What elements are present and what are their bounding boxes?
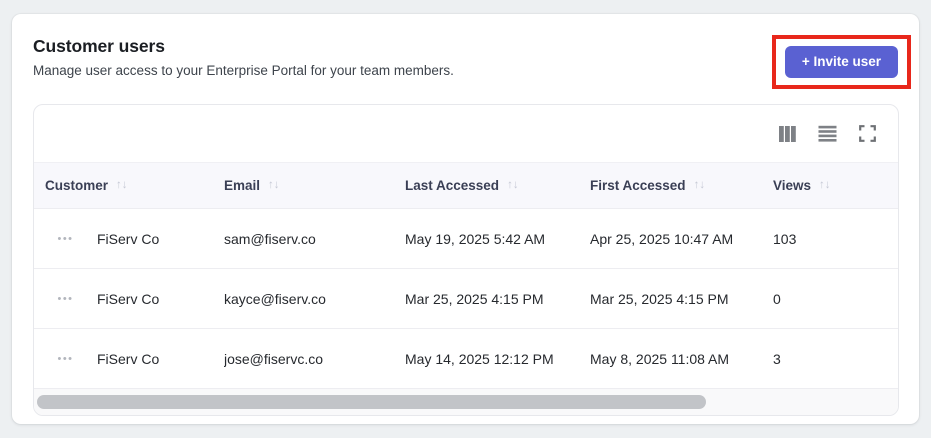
cell-customer: FiServ Co [97, 290, 160, 307]
fullscreen-icon[interactable] [858, 124, 877, 143]
row-menu-icon[interactable]: ••• [55, 289, 75, 309]
column-header[interactable]: First Accessed ↑↓ [590, 178, 773, 193]
sort-icon[interactable]: ↑↓ [116, 179, 128, 192]
table-header-row: Customer ↑↓ Email ↑↓ Last Accessed ↑↓ Fi… [34, 162, 898, 208]
sort-icon[interactable]: ↑↓ [819, 179, 831, 192]
table-row[interactable]: ••• FiServ Co kayce@fiserv.co Mar 25, 20… [34, 268, 898, 328]
row-menu-icon[interactable]: ••• [55, 349, 75, 369]
horizontal-scrollbar-thumb[interactable] [37, 395, 707, 409]
column-header-label: Customer [45, 178, 109, 193]
invite-user-button[interactable]: + Invite user [784, 46, 898, 78]
column-header[interactable]: Last Accessed ↑↓ [405, 178, 590, 193]
columns-icon[interactable] [778, 124, 797, 143]
cell-email: kayce@fiserv.co [224, 290, 326, 307]
table-toolbar [34, 105, 898, 162]
cell-customer: FiServ Co [97, 230, 160, 247]
sort-icon[interactable]: ↑↓ [694, 179, 706, 192]
row-menu-icon[interactable]: ••• [55, 229, 75, 249]
page-title: Customer users [33, 36, 165, 56]
cell-email: jose@fiservc.co [224, 350, 324, 367]
sort-icon[interactable]: ↑↓ [268, 179, 280, 192]
customer-users-card: Customer users Manage user access to you… [12, 14, 919, 424]
cell-last-accessed: May 19, 2025 5:42 AM [405, 230, 546, 247]
sort-icon[interactable]: ↑↓ [507, 179, 519, 192]
column-header[interactable]: Customer ↑↓ [45, 178, 224, 193]
cell-last-accessed: Mar 25, 2025 4:15 PM [405, 290, 544, 307]
row-density-icon[interactable] [818, 124, 837, 143]
column-header-label: Last Accessed [405, 178, 500, 193]
table-row[interactable]: ••• FiServ Co sam@fiserv.co May 19, 2025… [34, 208, 898, 268]
annotation-highlight-box: + Invite user [771, 35, 911, 89]
cell-first-accessed: Mar 25, 2025 4:15 PM [590, 290, 729, 307]
column-header-label: Email [224, 178, 261, 193]
column-header[interactable]: Views ↑↓ [773, 178, 898, 193]
table-body: ••• FiServ Co sam@fiserv.co May 19, 2025… [34, 208, 898, 388]
page-subtitle: Manage user access to your Enterprise Po… [33, 63, 454, 78]
cell-views: 103 [773, 230, 797, 247]
column-header-label: First Accessed [590, 178, 686, 193]
column-header-label: Views [773, 178, 812, 193]
cell-customer: FiServ Co [97, 350, 160, 367]
cell-last-accessed: May 14, 2025 12:12 PM [405, 350, 554, 367]
row-actions-cell: ••• [34, 289, 97, 309]
cell-views: 3 [773, 350, 781, 367]
users-table: Customer ↑↓ Email ↑↓ Last Accessed ↑↓ Fi… [33, 104, 899, 416]
row-actions-cell: ••• [34, 349, 97, 369]
cell-first-accessed: May 8, 2025 11:08 AM [590, 350, 730, 367]
table-row[interactable]: ••• FiServ Co jose@fiservc.co May 14, 20… [34, 328, 898, 388]
column-header[interactable]: Email ↑↓ [224, 178, 405, 193]
cell-views: 0 [773, 290, 781, 307]
row-actions-cell: ••• [34, 229, 97, 249]
horizontal-scrollbar-track[interactable] [34, 388, 898, 415]
cell-email: sam@fiserv.co [224, 230, 316, 247]
cell-first-accessed: Apr 25, 2025 10:47 AM [590, 230, 734, 247]
